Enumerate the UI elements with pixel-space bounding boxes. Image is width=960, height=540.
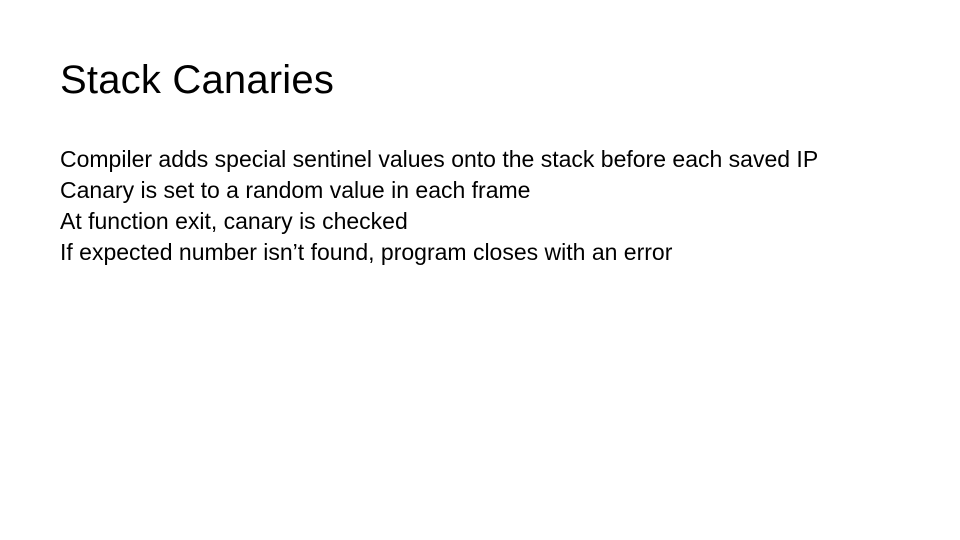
body-line: Canary is set to a random value in each …: [60, 177, 900, 204]
slide-body: Compiler adds special sentinel values on…: [60, 146, 900, 267]
slide-title: Stack Canaries: [60, 58, 900, 102]
body-line: At function exit, canary is checked: [60, 208, 900, 235]
body-line: If expected number isn’t found, program …: [60, 239, 900, 266]
body-line: Compiler adds special sentinel values on…: [60, 146, 900, 173]
slide: Stack Canaries Compiler adds special sen…: [0, 0, 960, 540]
